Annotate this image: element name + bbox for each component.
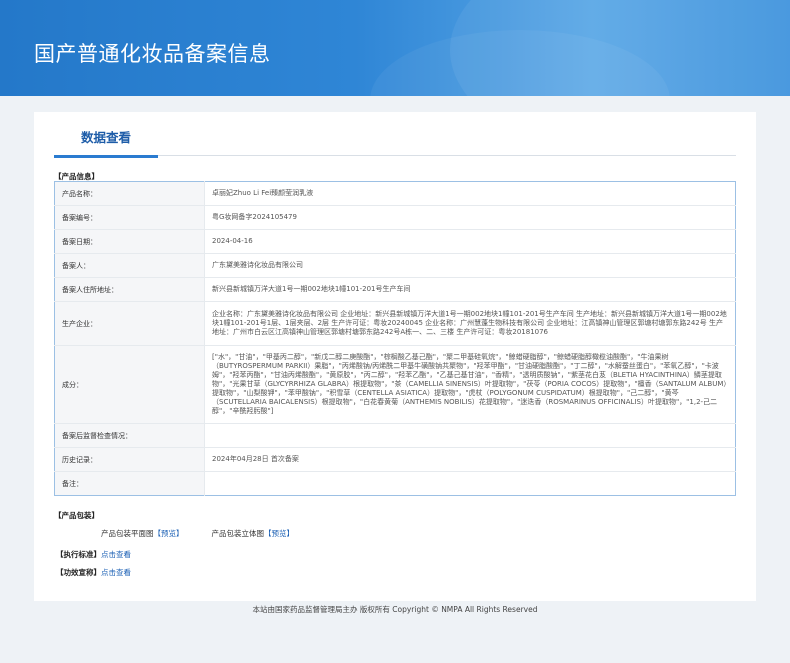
table-row: 生产企业： 企业名称：广东黛美雅诗化妆品有限公司 企业地址：新兴县新城镇万洋大道…	[54, 301, 736, 346]
section-efficacy: 【功效宣称】	[56, 568, 101, 577]
row-label: 备案日期：	[54, 229, 205, 254]
standard-row: 【执行标准】点击查看	[56, 549, 131, 560]
tab-active-indicator	[54, 155, 158, 158]
row-value: 2024年04月28日 首次备案	[204, 447, 736, 472]
tab-bar: 数据查看	[54, 126, 736, 158]
standard-view-link[interactable]: 点击查看	[101, 550, 131, 559]
row-value: 广东黛美雅诗化妆品有限公司	[204, 253, 736, 278]
table-row: 备注：	[54, 471, 736, 496]
row-label: 产品名称：	[54, 181, 205, 206]
table-row: 备案人住所地址： 新兴县新城镇万洋大道1号一期002地块1幢101-201号生产…	[54, 277, 736, 302]
row-value: 企业名称：广东黛美雅诗化妆品有限公司 企业地址：新兴县新城镇万洋大道1号一期00…	[204, 301, 736, 346]
row-label: 备案人住所地址：	[54, 277, 205, 302]
content-card: 数据查看 【产品信息】 产品名称： 卓丽妃Zhuo Li Fei臻颜莹润乳液 备…	[34, 112, 756, 601]
row-value	[205, 472, 736, 496]
table-row: 备案后监督检查情况：	[54, 423, 736, 448]
efficacy-view-link[interactable]: 点击查看	[101, 568, 131, 577]
tab-label: 数据查看	[80, 130, 131, 145]
packaging-row: 产品包装平面图【预览】 产品包装立体图【预览】	[101, 528, 294, 539]
tab-data-view[interactable]: 数据查看	[54, 126, 158, 158]
packaging-flat-preview-link[interactable]: 【预览】	[154, 529, 184, 538]
row-label: 历史记录：	[54, 447, 205, 472]
row-label: 备案编号：	[54, 205, 205, 230]
section-standard: 【执行标准】	[56, 550, 101, 559]
table-row: 成分： ["水"，"甘油"，"甲基丙二醇"，"新戊二醇二庚酸酯"，"棕榈酸乙基己…	[54, 345, 736, 424]
efficacy-row: 【功效宣称】点击查看	[56, 567, 131, 578]
row-value: 粤G妆网备字2024105479	[204, 205, 736, 230]
footer-copyright: 本站由国家药品监督管理局主办 版权所有 Copyright © NMPA All…	[252, 605, 538, 614]
row-label: 备案后监督检查情况：	[54, 423, 205, 448]
packaging-flat-label: 产品包装平面图	[101, 529, 154, 538]
row-value	[204, 423, 736, 448]
packaging-solid-preview-link[interactable]: 【预览】	[264, 529, 294, 538]
row-label: 成分：	[54, 345, 205, 424]
row-value: 卓丽妃Zhuo Li Fei臻颜莹润乳液	[204, 181, 736, 206]
table-row: 历史记录： 2024年04月28日 首次备案	[54, 447, 736, 472]
header-banner: 国产普通化妆品备案信息	[0, 0, 790, 96]
row-value: 新兴县新城镇万洋大道1号一期002地块1幢101-201号生产车间	[204, 277, 736, 302]
row-value: ["水"，"甘油"，"甲基丙二醇"，"新戊二醇二庚酸酯"，"棕榈酸乙基己酯"，"…	[204, 345, 736, 424]
table-row: 备案编号： 粤G妆网备字2024105479	[54, 205, 736, 230]
row-value: 2024-04-16	[204, 229, 736, 254]
product-info-table: 产品名称： 卓丽妃Zhuo Li Fei臻颜莹润乳液 备案编号： 粤G妆网备字2…	[54, 181, 736, 496]
section-packaging: 【产品包装】	[54, 511, 99, 520]
table-row: 备案日期： 2024-04-16	[54, 229, 736, 254]
table-row: 备案人： 广东黛美雅诗化妆品有限公司	[54, 253, 736, 278]
row-label: 备案人：	[54, 253, 205, 278]
packaging-solid-label: 产品包装立体图	[211, 529, 265, 538]
row-label: 备注：	[54, 471, 205, 496]
row-label: 生产企业：	[54, 301, 205, 346]
table-row: 产品名称： 卓丽妃Zhuo Li Fei臻颜莹润乳液	[54, 181, 736, 206]
page-title: 国产普通化妆品备案信息	[34, 42, 271, 66]
